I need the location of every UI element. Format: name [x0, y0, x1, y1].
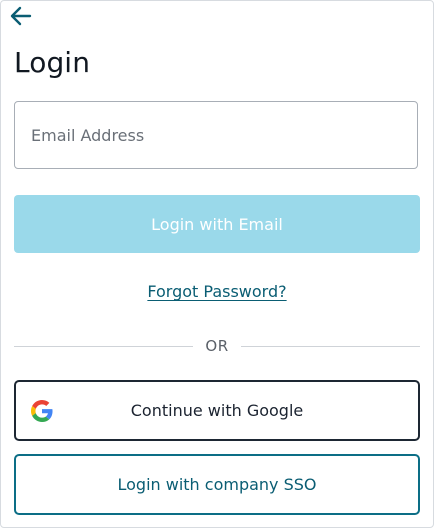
login-card: [0, 0, 434, 528]
forgot-password-link[interactable]: Forgot Password?: [0, 282, 434, 301]
divider-line-left: [14, 345, 194, 347]
email-field[interactable]: [14, 101, 418, 169]
login-with-email-label: Login with Email: [151, 214, 283, 234]
continue-with-google-button[interactable]: Continue with Google: [14, 380, 420, 441]
divider-line-right: [240, 345, 421, 347]
login-with-sso-label: Login with company SSO: [117, 475, 317, 494]
continue-with-google-label: Continue with Google: [130, 401, 304, 420]
back-button[interactable]: [8, 3, 34, 29]
login-with-email-button[interactable]: Login with Email: [14, 195, 420, 253]
google-logo-icon: [31, 399, 53, 422]
login-with-sso-button[interactable]: Login with company SSO: [14, 454, 420, 515]
or-label: OR: [205, 337, 229, 355]
arrow-left-icon: [10, 6, 32, 26]
page-title: Login: [14, 46, 91, 79]
or-divider: OR: [14, 336, 421, 356]
